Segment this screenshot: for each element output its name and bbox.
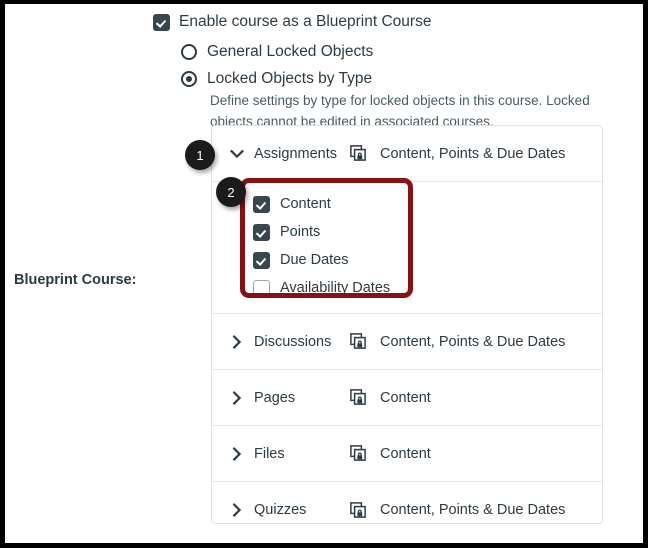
option-content-checkbox[interactable] (253, 195, 270, 213)
option-points-checkbox[interactable] (253, 223, 270, 241)
radio-general-locked-objects-label: General Locked Objects (207, 43, 374, 60)
radio-general-locked-objects-control[interactable] (181, 44, 197, 60)
accordion-label-files: Files (254, 445, 285, 462)
blueprint-lock-icon (350, 445, 380, 462)
radio-locked-objects-by-type[interactable]: Locked Objects by Type (181, 70, 372, 88)
screenshot-frame: Blueprint Course: Enable course as a Blu… (0, 0, 648, 548)
blueprint-lock-icon (350, 501, 380, 519)
option-due-dates-label: Due Dates (280, 252, 349, 268)
accordion-settings-pages: Content (380, 389, 431, 406)
option-due-dates[interactable]: Due Dates (253, 246, 390, 274)
enable-blueprint-course-checkbox[interactable] (153, 13, 170, 31)
option-availability-dates[interactable]: Availability Dates (253, 274, 390, 302)
accordion-body-assignments: Content Points Due Dates Availability Da… (212, 182, 602, 314)
option-availability-dates-label: Availability Dates (280, 280, 391, 296)
accordion-row-files[interactable]: Files Content (212, 426, 602, 482)
accordion-settings-files: Content (380, 445, 431, 462)
page-canvas: Blueprint Course: Enable course as a Blu… (5, 4, 643, 543)
assignments-option-list: Content Points Due Dates Availability Da… (253, 190, 390, 302)
chevron-right-icon[interactable] (220, 389, 254, 407)
accordion-label-discussions: Discussions (254, 333, 332, 350)
radio-locked-objects-by-type-control[interactable] (181, 71, 197, 87)
enable-blueprint-course-label: Enable course as a Blueprint Course (179, 13, 432, 30)
accordion-row-assignments[interactable]: Assignments Content, Points & Due Dates (212, 126, 602, 182)
chevron-right-icon[interactable] (220, 333, 254, 351)
accordion-settings-assignments: Content, Points & Due Dates (380, 145, 566, 162)
option-availability-dates-checkbox[interactable] (253, 279, 270, 297)
option-due-dates-checkbox[interactable] (253, 251, 270, 269)
option-content-label: Content (280, 196, 331, 212)
enable-blueprint-course-checkbox-row[interactable]: Enable course as a Blueprint Course (153, 13, 431, 31)
locked-object-types-panel: Assignments Content, Points & Due Dates (211, 125, 603, 524)
accordion-label-pages: Pages (254, 389, 296, 406)
radio-locked-objects-by-type-label: Locked Objects by Type (207, 70, 373, 87)
annotation-badge-2: 2 (216, 177, 246, 207)
chevron-right-icon[interactable] (220, 445, 254, 463)
option-points[interactable]: Points (253, 218, 390, 246)
accordion-label-assignments: Assignments (254, 145, 338, 162)
accordion-settings-quizzes: Content, Points & Due Dates (380, 502, 566, 518)
annotation-badge-1: 1 (185, 140, 215, 170)
blueprint-lock-icon (350, 389, 380, 406)
accordion-row-discussions[interactable]: Discussions Content, Points & Due Dates (212, 314, 602, 370)
accordion-row-pages[interactable]: Pages Content (212, 370, 602, 426)
chevron-right-icon[interactable] (220, 501, 254, 519)
accordion-settings-discussions: Content, Points & Due Dates (380, 333, 566, 350)
accordion-row-quizzes[interactable]: Quizzes Content, Points & Due Dates (212, 482, 602, 538)
blueprint-lock-icon (350, 145, 380, 162)
blueprint-course-field-label: Blueprint Course: (14, 272, 137, 288)
accordion-label-quizzes: Quizzes (254, 502, 307, 518)
chevron-down-icon[interactable] (220, 145, 254, 163)
option-points-label: Points (280, 224, 321, 240)
option-content[interactable]: Content (253, 190, 390, 218)
radio-general-locked-objects[interactable]: General Locked Objects (181, 43, 373, 61)
blueprint-lock-icon (350, 333, 380, 350)
